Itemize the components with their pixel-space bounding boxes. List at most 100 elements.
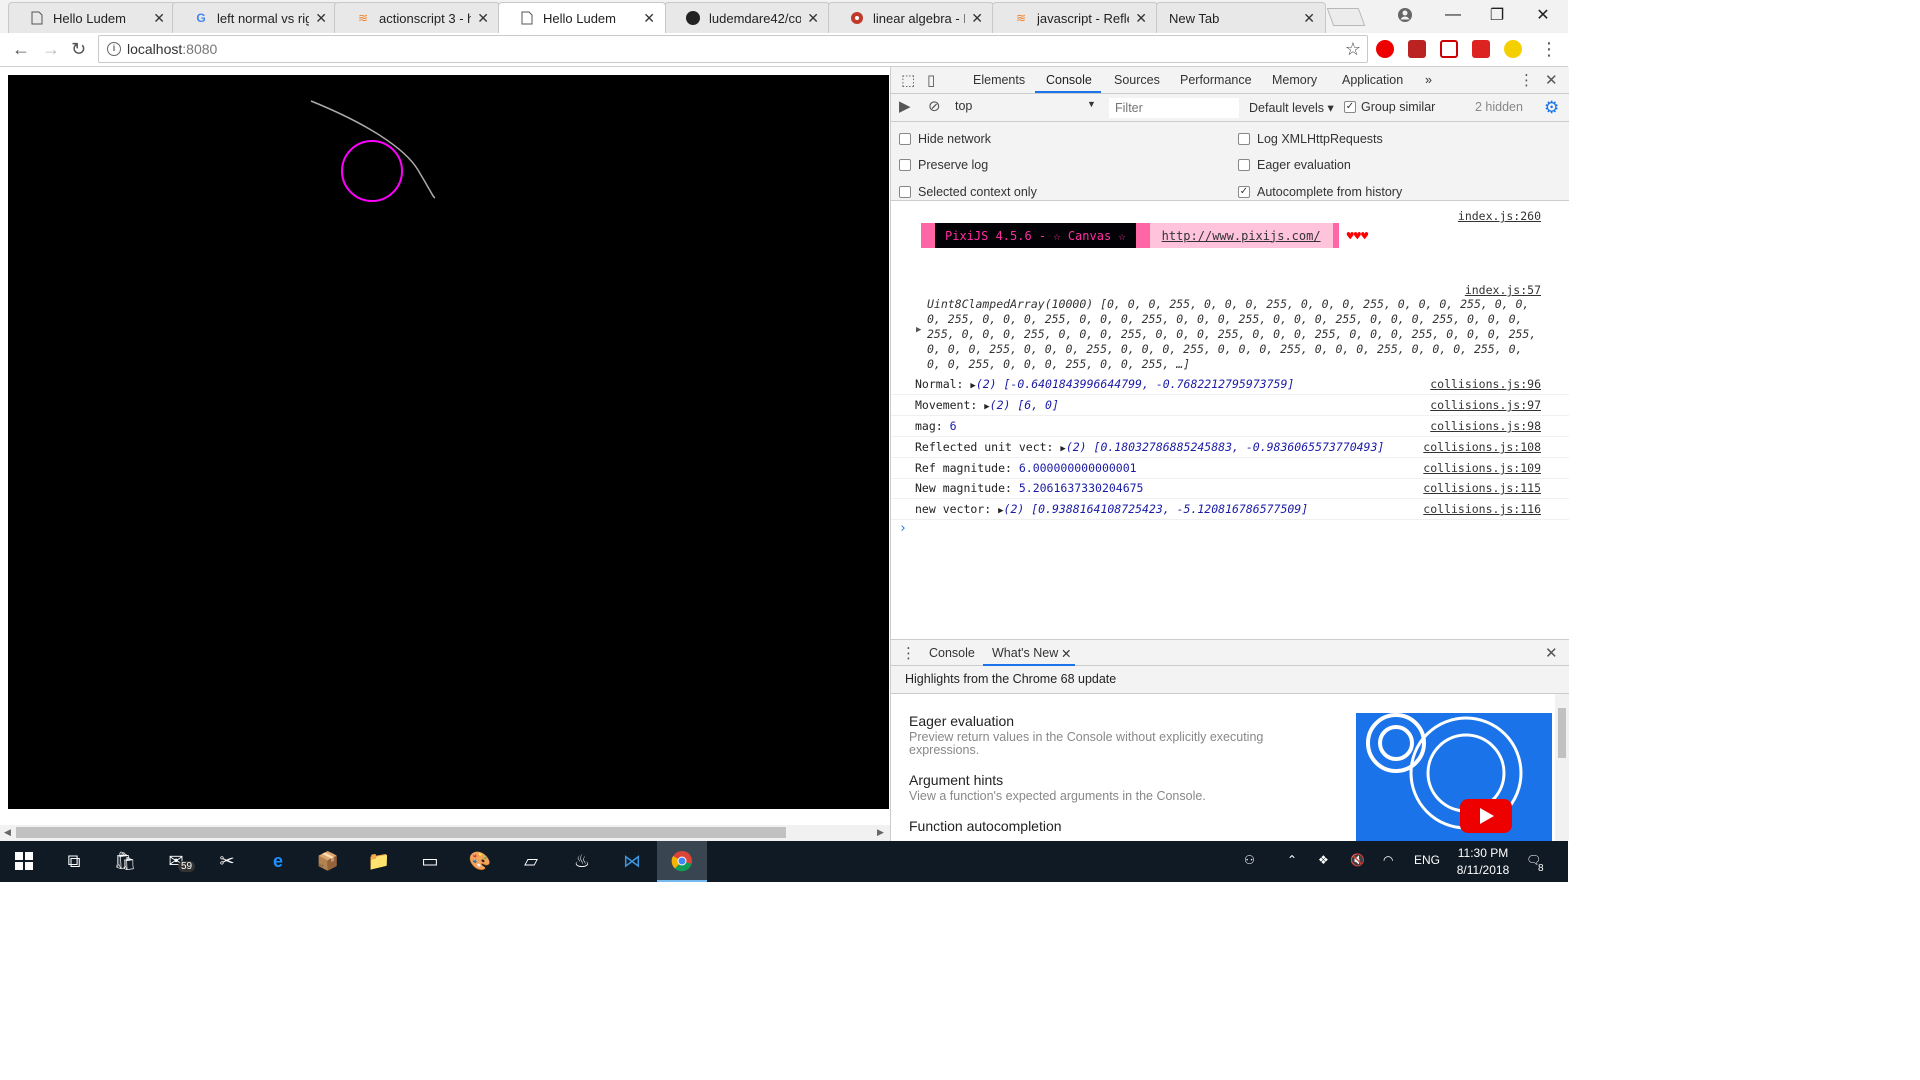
paint-icon[interactable]: 🎨 <box>468 849 492 873</box>
drawer-menu-icon[interactable]: ⋮ <box>901 644 916 662</box>
wifi-icon[interactable]: ◠ <box>1383 853 1393 867</box>
steam-icon[interactable]: ♨ <box>570 849 594 873</box>
windows-start-icon[interactable] <box>12 849 36 873</box>
new-tab-button[interactable] <box>1326 8 1366 26</box>
bookmark-star-icon[interactable]: ☆ <box>1345 39 1361 60</box>
close-tab-icon[interactable]: ✕ <box>315 10 327 27</box>
close-tab-icon[interactable]: ✕ <box>153 10 165 27</box>
drawer-scrollbar[interactable] <box>1555 694 1569 841</box>
close-tab-icon[interactable]: ✕ <box>477 10 489 27</box>
horizontal-scrollbar[interactable]: ◀ ▶ <box>0 825 890 841</box>
drawer-tab-console[interactable]: Console <box>929 646 975 660</box>
edge-browser-icon[interactable]: e <box>266 849 290 873</box>
info-icon[interactable]: i <box>107 42 121 56</box>
scrollbar-thumb[interactable] <box>16 827 786 838</box>
source-link[interactable]: collisions.js:97 <box>1430 398 1541 412</box>
autocomplete-history-checkbox[interactable]: ✓ <box>1238 186 1250 198</box>
close-tab-icon[interactable]: ✕ <box>643 10 655 27</box>
address-bar[interactable]: i localhost:8080 ☆ <box>98 35 1368 63</box>
expand-arrow-icon[interactable]: ▶ <box>916 325 921 335</box>
show-hidden-icons-icon[interactable]: ⌃ <box>1287 853 1297 867</box>
source-link[interactable]: index.js:260 <box>1458 209 1541 223</box>
back-icon[interactable]: ← <box>12 39 30 60</box>
browser-tab[interactable]: ≋ javascript - Reflecti ✕ <box>992 2 1158 33</box>
profile-icon[interactable] <box>1382 0 1428 30</box>
browser-tab[interactable]: Hello Ludem ✕ <box>8 2 176 33</box>
scroll-left-icon[interactable]: ◀ <box>4 827 11 838</box>
array-log[interactable]: Uint8ClampedArray(10000) [0, 0, 0, 255, … <box>927 297 1539 372</box>
group-similar-checkbox[interactable]: ✓ <box>1344 101 1356 113</box>
vscode-icon[interactable]: ⋈ <box>620 849 644 873</box>
preserve-log-checkbox[interactable] <box>899 159 911 171</box>
scroll-right-icon[interactable]: ▶ <box>877 827 884 838</box>
inspect-element-icon[interactable]: ⬚ <box>901 71 915 89</box>
preserve-log-option[interactable]: Preserve log <box>899 158 988 172</box>
browser-tab[interactable]: G left normal vs right ✕ <box>172 2 338 33</box>
maximize-icon[interactable]: ❐ <box>1474 0 1520 30</box>
device-toolbar-icon[interactable]: ▯ <box>927 71 935 89</box>
close-whats-new-icon[interactable]: ✕ <box>1061 646 1071 661</box>
store-icon[interactable]: 🛍 <box>113 849 137 873</box>
devtools-menu-icon[interactable]: ⋮ <box>1519 71 1534 89</box>
selected-context-checkbox[interactable] <box>899 186 911 198</box>
close-tab-icon[interactable]: ✕ <box>1303 10 1315 27</box>
more-tabs-icon[interactable]: » <box>1425 73 1432 87</box>
chrome-icon[interactable] <box>670 849 694 873</box>
browser-tab[interactable]: ludemdare42/collis ✕ <box>664 2 830 33</box>
close-tab-icon[interactable]: ✕ <box>807 10 819 27</box>
whats-new-item[interactable]: Argument hints View a function's expecte… <box>909 772 1309 803</box>
snipping-tool-icon[interactable]: ✂ <box>215 849 239 873</box>
drawer-tab-whats-new[interactable]: What's New <box>992 646 1058 660</box>
eager-evaluation-checkbox[interactable] <box>1238 159 1250 171</box>
console-filter-input[interactable] <box>1109 98 1239 118</box>
log-levels-dropdown[interactable]: Default levels ▾ <box>1249 100 1334 115</box>
minimize-icon[interactable]: — <box>1430 0 1476 30</box>
close-devtools-icon[interactable]: ✕ <box>1545 71 1558 89</box>
clear-console-icon[interactable]: ⊘ <box>928 97 941 115</box>
log-value[interactable]: (2) [0.9388164108725423, -5.120816786577… <box>1004 502 1309 516</box>
console-settings-gear-icon[interactable]: ⚙ <box>1544 98 1562 117</box>
source-link[interactable]: collisions.js:115 <box>1423 481 1541 495</box>
console-prompt[interactable]: › <box>899 521 907 536</box>
source-link[interactable]: collisions.js:108 <box>1423 440 1541 454</box>
volume-muted-icon[interactable]: 🔇 <box>1350 853 1365 867</box>
reload-icon[interactable]: ↻ <box>71 39 86 60</box>
menu-icon[interactable]: ⋮ <box>1540 39 1558 60</box>
system-clock[interactable]: 11:30 PM 8/11/2018 <box>1448 845 1518 879</box>
source-link[interactable]: collisions.js:96 <box>1430 377 1541 391</box>
eager-evaluation-option[interactable]: Eager evaluation <box>1238 158 1351 172</box>
log-xhr-checkbox[interactable] <box>1238 133 1250 145</box>
file-explorer-icon[interactable]: 📁 <box>367 849 391 873</box>
scrollbar-thumb[interactable] <box>1558 708 1566 758</box>
source-link[interactable]: collisions.js:98 <box>1430 419 1541 433</box>
log-value[interactable]: (2) [0.18032786885245883, -0.98360655737… <box>1066 440 1385 454</box>
context-selector[interactable]: top <box>955 99 1101 113</box>
browser-tab[interactable]: linear algebra - Ho ✕ <box>828 2 994 33</box>
people-icon[interactable]: ⚇ <box>1244 853 1255 867</box>
opera-adblock-icon[interactable] <box>1376 40 1394 58</box>
show-sidebar-icon[interactable]: ▶ <box>899 97 911 115</box>
browser-tab[interactable]: New Tab ✕ <box>1156 2 1326 33</box>
browser-tab-active[interactable]: Hello Ludem ✕ <box>498 2 666 33</box>
tab-memory[interactable]: Memory <box>1272 73 1317 87</box>
autocomplete-history-option[interactable]: ✓ Autocomplete from history <box>1238 185 1402 199</box>
tab-application[interactable]: Application <box>1342 73 1403 87</box>
browser-tab[interactable]: ≋ actionscript 3 - how ✕ <box>334 2 500 33</box>
extension-icon[interactable] <box>1504 40 1522 58</box>
terminal-icon[interactable]: ▭ <box>418 849 442 873</box>
whats-new-item[interactable]: Function autocompletion <box>909 818 1309 834</box>
selected-context-option[interactable]: Selected context only <box>899 185 1037 199</box>
hide-network-checkbox[interactable] <box>899 133 911 145</box>
hide-network-option[interactable]: Hide network <box>899 132 991 146</box>
log-value[interactable]: (2) [-0.6401843996644799, -0.76822127959… <box>976 377 1295 391</box>
dropbox-icon[interactable]: ❖ <box>1318 853 1329 867</box>
source-link[interactable]: index.js:57 <box>1465 283 1541 297</box>
source-link[interactable]: collisions.js:116 <box>1423 502 1541 516</box>
extension-icon[interactable] <box>1408 40 1426 58</box>
pixi-url-link[interactable]: http://www.pixijs.com/ <box>1149 223 1333 248</box>
forward-icon[interactable]: → <box>42 39 60 60</box>
task-view-icon[interactable]: ⧉ <box>62 849 86 873</box>
notes-icon[interactable]: ▱ <box>519 849 543 873</box>
game-canvas[interactable] <box>8 75 889 809</box>
group-similar-option[interactable]: ✓ Group similar <box>1344 100 1435 114</box>
